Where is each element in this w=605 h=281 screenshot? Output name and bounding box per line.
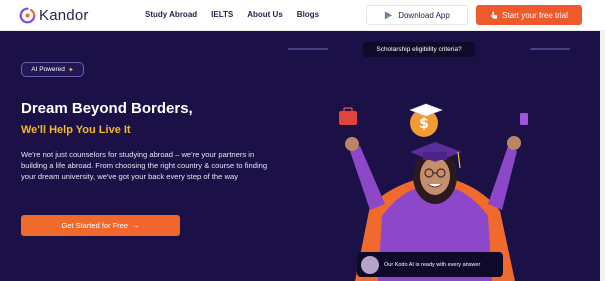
- kodo-ai-chip[interactable]: Our Kodo AI is ready with every answer: [357, 252, 503, 277]
- get-started-button[interactable]: Get Started for Free →: [21, 215, 180, 236]
- download-app-button[interactable]: Download App: [366, 5, 468, 25]
- page-scrollbar[interactable]: [600, 31, 605, 281]
- brand-logo[interactable]: Kandor: [19, 5, 89, 25]
- scholarship-question-chip[interactable]: Scholarship eligibility criteria?: [363, 42, 475, 57]
- nav-link-ielts[interactable]: IELTS: [211, 10, 233, 19]
- hero-section: AI Powered ✦ Dream Beyond Borders, We'll…: [0, 31, 600, 281]
- decorative-dash-left: [288, 48, 328, 50]
- suitcase-icon: [339, 111, 357, 125]
- sparkle-icon: ✦: [67, 66, 74, 74]
- download-app-label: Download App: [398, 10, 450, 20]
- nav-link-study-abroad[interactable]: Study Abroad: [145, 10, 197, 19]
- start-free-trial-button[interactable]: Start your free trial: [476, 5, 582, 25]
- kandor-logo-icon: [19, 7, 36, 23]
- ai-powered-label: AI Powered: [31, 66, 65, 73]
- kodo-avatar: [361, 255, 379, 274]
- arrow-right-icon: →: [132, 221, 140, 230]
- start-free-trial-label: Start your free trial: [502, 10, 568, 20]
- nav-link-blogs[interactable]: Blogs: [297, 10, 319, 19]
- brand-name: Kandor: [39, 6, 89, 24]
- decorative-dash-right: [530, 48, 570, 50]
- get-started-label: Get Started for Free: [61, 221, 129, 230]
- top-navbar: Kandor Study Abroad IELTS About Us Blogs…: [0, 0, 605, 31]
- ai-powered-badge: AI Powered ✦: [21, 62, 84, 77]
- passport-icon: [520, 113, 528, 125]
- play-store-icon: [385, 10, 393, 20]
- nav-link-about-us[interactable]: About Us: [247, 10, 283, 19]
- nav-links: Study Abroad IELTS About Us Blogs: [145, 10, 333, 19]
- kodo-ai-message: Our Kodo AI is ready with every answer: [384, 261, 481, 268]
- hero-subheadline: We'll Help You Live It: [21, 124, 131, 136]
- svg-text:$: $: [419, 116, 429, 132]
- hand-pointer-icon: [490, 11, 498, 19]
- hero-description: We're not just counselors for studying a…: [21, 150, 268, 181]
- hero-headline: Dream Beyond Borders,: [21, 100, 193, 117]
